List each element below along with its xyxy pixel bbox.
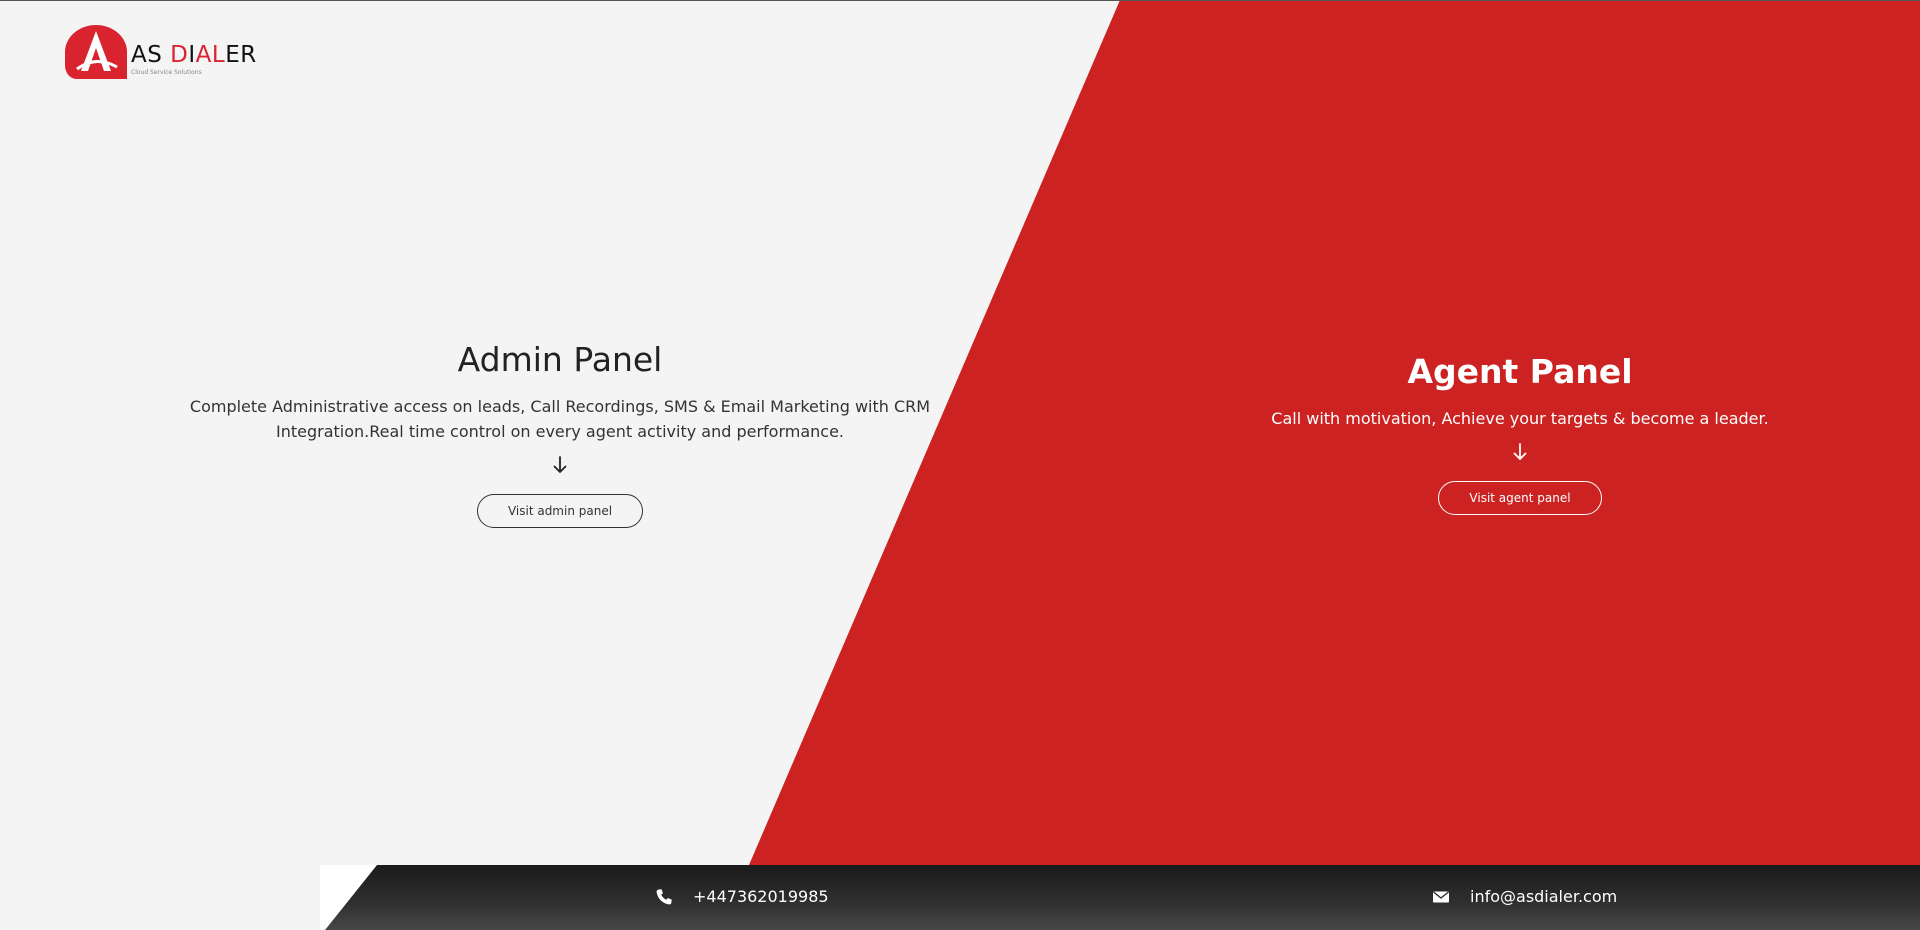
email-address: info@asdialer.com xyxy=(1470,887,1618,906)
visit-agent-panel-button[interactable]: Visit agent panel xyxy=(1438,481,1602,515)
arrow-down-icon xyxy=(1513,443,1527,461)
phone-icon xyxy=(656,888,672,904)
agent-panel-title: Agent Panel xyxy=(1407,352,1633,391)
contact-footer xyxy=(325,865,1920,930)
brand-name: AS DIALER xyxy=(131,42,257,68)
top-border xyxy=(0,0,1920,1)
brand-tagline: Cloud Service Solutions xyxy=(131,69,202,76)
envelope-icon xyxy=(1433,890,1449,902)
arrow-down-icon xyxy=(553,456,567,474)
brand-logo[interactable]: AS DIALER Cloud Service Solutions xyxy=(65,25,257,79)
admin-panel-section: Admin Panel Complete Administrative acce… xyxy=(180,338,940,528)
landing-page: AS DIALER Cloud Service Solutions Admin … xyxy=(0,0,1920,930)
agent-panel-description: Call with motivation, Achieve your targe… xyxy=(1271,409,1769,428)
logo-a-icon xyxy=(65,25,127,79)
phone-contact[interactable]: +447362019985 xyxy=(655,887,829,906)
visit-admin-panel-button[interactable]: Visit admin panel xyxy=(476,494,644,528)
admin-panel-title: Admin Panel xyxy=(457,340,663,379)
phone-number: +447362019985 xyxy=(693,887,829,906)
admin-panel-description: Complete Administrative access on leads,… xyxy=(189,397,931,441)
agent-panel-section: Agent Panel Call with motivation, Achiev… xyxy=(1220,350,1820,515)
email-contact[interactable]: info@asdialer.com xyxy=(1432,887,1617,906)
